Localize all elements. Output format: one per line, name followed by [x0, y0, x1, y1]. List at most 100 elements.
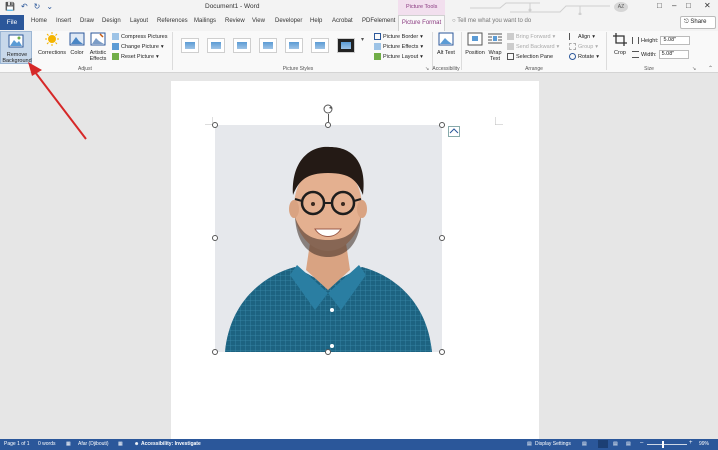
- resize-handle-n[interactable]: [325, 122, 331, 128]
- group-button[interactable]: Group ▾: [569, 43, 598, 50]
- zoom-slider[interactable]: [647, 444, 687, 445]
- tab-developer[interactable]: Developer: [275, 18, 302, 24]
- tab-insert[interactable]: Insert: [56, 18, 71, 24]
- language[interactable]: Afar (Djibouti): [78, 441, 109, 447]
- rotate-handle-icon[interactable]: [323, 104, 333, 114]
- reset-picture-button[interactable]: Reset Picture ▾: [112, 53, 159, 60]
- picture-style-2[interactable]: [207, 38, 225, 53]
- picture-effects-label: Picture Effects: [383, 43, 419, 50]
- send-backward-button[interactable]: Send Backward ▾: [507, 43, 559, 50]
- tab-home[interactable]: Home: [31, 18, 47, 24]
- read-mode-icon[interactable]: ▤: [613, 441, 618, 447]
- height-label: Height:: [641, 37, 659, 44]
- rotate-button[interactable]: Rotate ▾: [569, 53, 599, 60]
- accessibility-group-label: Accessibility: [432, 66, 460, 72]
- tab-references[interactable]: References: [157, 18, 188, 24]
- picture-border-button[interactable]: Picture Border ▾: [374, 33, 423, 40]
- change-picture-label: Change Picture: [121, 43, 159, 50]
- zoom-in-icon[interactable]: +: [689, 440, 693, 446]
- remove-background-icon: [8, 34, 24, 48]
- tell-me-search[interactable]: ○ Tell me what you want to do: [452, 18, 531, 24]
- reset-picture-label: Reset Picture: [121, 53, 155, 60]
- alt-text-label: Alt Text: [437, 50, 455, 56]
- remove-background-label: Remove Background: [2, 52, 32, 64]
- height-input[interactable]: 5.08": [660, 36, 691, 45]
- display-settings[interactable]: Display Settings: [535, 441, 571, 447]
- focus-icon[interactable]: ▤: [582, 441, 587, 447]
- accessibility-status[interactable]: Accessibility: Investigate: [141, 441, 201, 447]
- minimize-icon[interactable]: –: [672, 1, 676, 10]
- save-icon[interactable]: 💾: [5, 2, 15, 11]
- picture-style-1[interactable]: [181, 38, 199, 53]
- print-layout-icon[interactable]: [598, 440, 608, 448]
- picture-layout-button[interactable]: Picture Layout ▾: [374, 53, 423, 60]
- resize-handle-w[interactable]: [212, 235, 218, 241]
- macro-icon[interactable]: ▦: [118, 441, 123, 447]
- alt-text-button[interactable]: Alt Text: [435, 32, 457, 56]
- color-button[interactable]: Color: [67, 32, 87, 56]
- change-picture-button[interactable]: Change Picture ▾: [112, 43, 164, 50]
- layout-options-button[interactable]: [448, 126, 460, 137]
- zoom-slider-thumb[interactable]: [662, 441, 664, 448]
- tab-mailings[interactable]: Mailings: [194, 18, 216, 24]
- remove-background-button[interactable]: Remove Background: [0, 31, 32, 64]
- undo-icon[interactable]: ↶: [21, 2, 28, 11]
- maximize-icon[interactable]: □: [686, 1, 691, 10]
- avatar[interactable]: AZ: [614, 2, 628, 12]
- share-button[interactable]: ⎋ Share: [680, 16, 716, 29]
- styles-more-icon[interactable]: ▾: [361, 36, 364, 43]
- tab-acrobat[interactable]: Acrobat: [332, 18, 353, 24]
- web-layout-icon[interactable]: ▤: [626, 441, 631, 447]
- picture-style-6[interactable]: [311, 38, 329, 53]
- tab-file[interactable]: File: [0, 15, 24, 30]
- page-count[interactable]: Page 1 of 1: [4, 441, 30, 447]
- portrait-photo[interactable]: [215, 125, 442, 352]
- tab-review[interactable]: Review: [225, 18, 245, 24]
- proofing-icon[interactable]: ▦: [66, 441, 71, 447]
- picture-effects-button[interactable]: Picture Effects ▾: [374, 43, 423, 50]
- picture-style-5[interactable]: [285, 38, 303, 53]
- word-count[interactable]: 0 words: [38, 441, 56, 447]
- bring-forward-button[interactable]: Bring Forward ▾: [507, 33, 555, 40]
- tab-picture-format[interactable]: Picture Format: [398, 15, 445, 31]
- picture-style-7[interactable]: [337, 38, 355, 53]
- title-bar: [0, 0, 718, 15]
- resize-handle-sw[interactable]: [212, 349, 218, 355]
- close-icon[interactable]: ✕: [704, 1, 711, 10]
- resize-handle-nw[interactable]: [212, 122, 218, 128]
- redo-icon[interactable]: ↻: [34, 2, 41, 11]
- picture-style-3[interactable]: [233, 38, 251, 53]
- size-dialog-launcher-icon[interactable]: ↘: [692, 66, 696, 72]
- wrap-text-label: Wrap Text: [488, 50, 502, 62]
- artistic-effects-button[interactable]: Artistic Effects: [87, 32, 109, 62]
- wrap-text-button[interactable]: Wrap Text: [486, 32, 504, 62]
- corrections-icon: [45, 32, 59, 46]
- dialog-launcher-icon[interactable]: ↘: [425, 66, 429, 72]
- tab-pdfelement[interactable]: PDFelement: [362, 18, 395, 24]
- customize-icon[interactable]: ⌄: [46, 2, 53, 11]
- ribbon-display-icon[interactable]: □: [657, 1, 662, 10]
- resize-handle-ne[interactable]: [439, 122, 445, 128]
- compress-pictures-button[interactable]: Compress Pictures: [112, 33, 167, 40]
- crop-button[interactable]: Crop: [610, 32, 630, 56]
- resize-handle-se[interactable]: [439, 349, 445, 355]
- corrections-button[interactable]: Corrections: [37, 32, 67, 56]
- group-separator: [606, 32, 607, 70]
- tab-design[interactable]: Design: [102, 18, 121, 24]
- zoom-out-icon[interactable]: –: [640, 440, 643, 446]
- resize-handle-e[interactable]: [439, 235, 445, 241]
- tab-draw[interactable]: Draw: [80, 18, 94, 24]
- position-button[interactable]: Position: [464, 32, 486, 56]
- tab-view[interactable]: View: [252, 18, 265, 24]
- collapse-ribbon-icon[interactable]: ⌃: [708, 65, 713, 72]
- tab-layout[interactable]: Layout: [130, 18, 148, 24]
- picture-style-4[interactable]: [259, 38, 277, 53]
- resize-handle-s[interactable]: [325, 349, 331, 355]
- chevron-down-icon: ▾: [595, 43, 599, 50]
- selection-pane-button[interactable]: Selection Pane: [507, 53, 553, 60]
- quick-access-toolbar: 💾 ↶ ↻ ⌄: [5, 2, 53, 11]
- width-input[interactable]: 5.08": [658, 50, 689, 59]
- align-button[interactable]: Align ▾: [569, 33, 595, 40]
- tab-help[interactable]: Help: [310, 18, 322, 24]
- zoom-level[interactable]: 99%: [699, 441, 709, 447]
